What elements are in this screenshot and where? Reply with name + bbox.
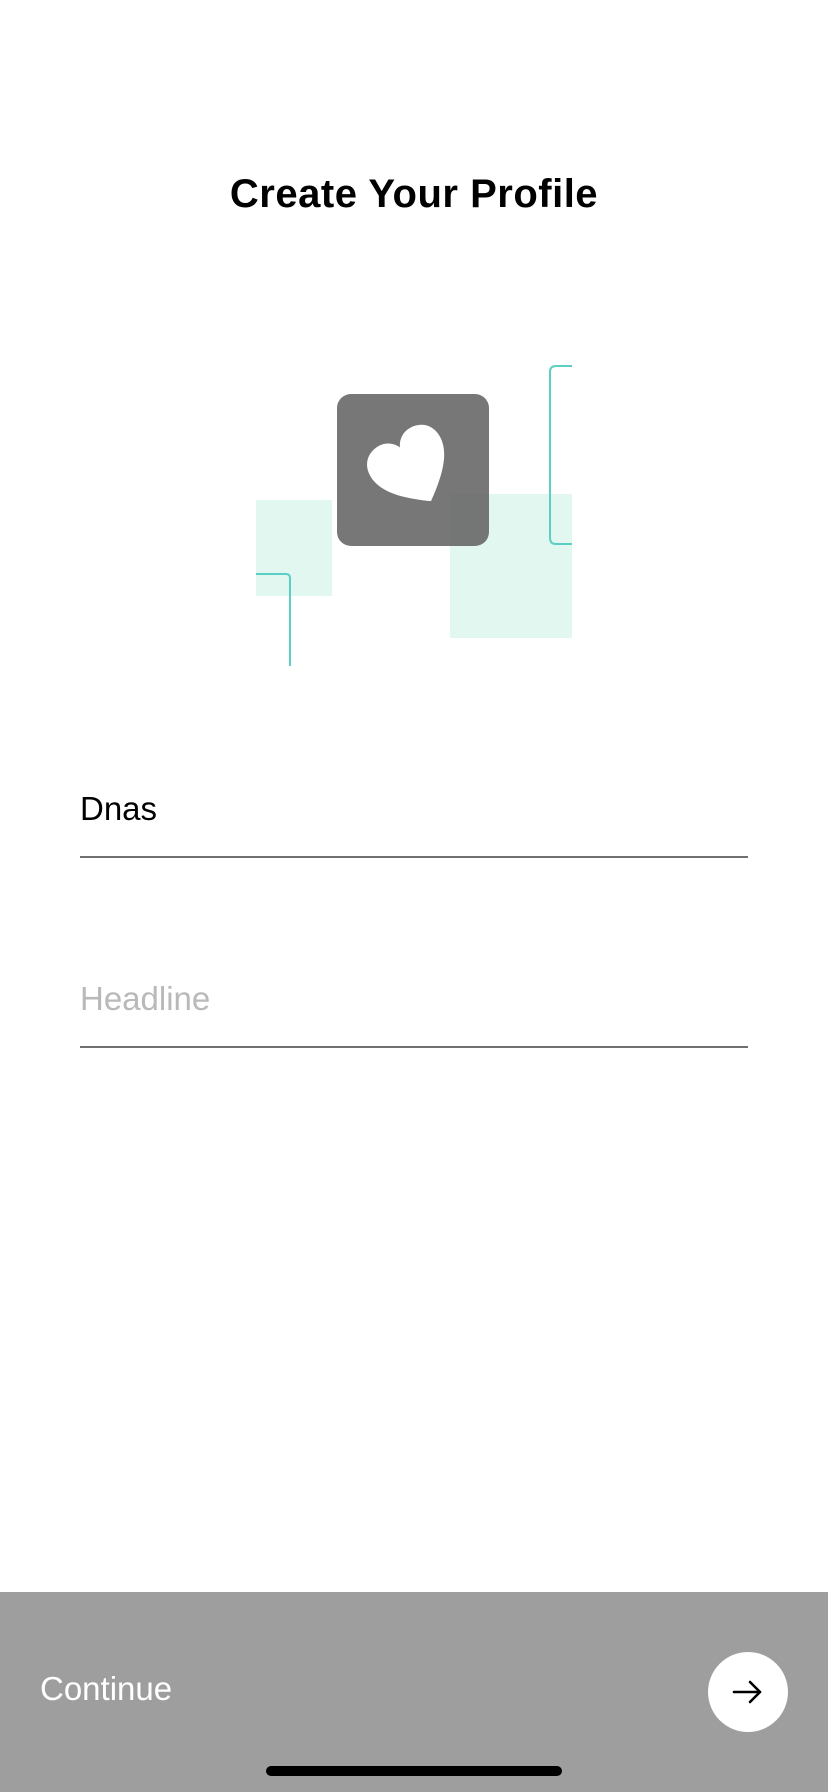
next-button[interactable] (708, 1652, 788, 1732)
avatar-placeholder[interactable] (337, 394, 489, 546)
name-field-container (80, 790, 748, 858)
mint-square-left (256, 500, 332, 596)
headline-field-container (80, 980, 748, 1048)
profile-photo-illustration (256, 362, 572, 666)
page-title: Create Your Profile (229, 172, 599, 216)
create-profile-screen: Create Your Profile Continue (0, 0, 828, 1792)
name-input[interactable] (80, 790, 748, 828)
home-indicator (266, 1766, 562, 1776)
continue-label: Continue (40, 1670, 173, 1707)
headline-input[interactable] (80, 980, 748, 1018)
heart-icon (367, 424, 445, 502)
arrow-right-icon (732, 1680, 762, 1704)
